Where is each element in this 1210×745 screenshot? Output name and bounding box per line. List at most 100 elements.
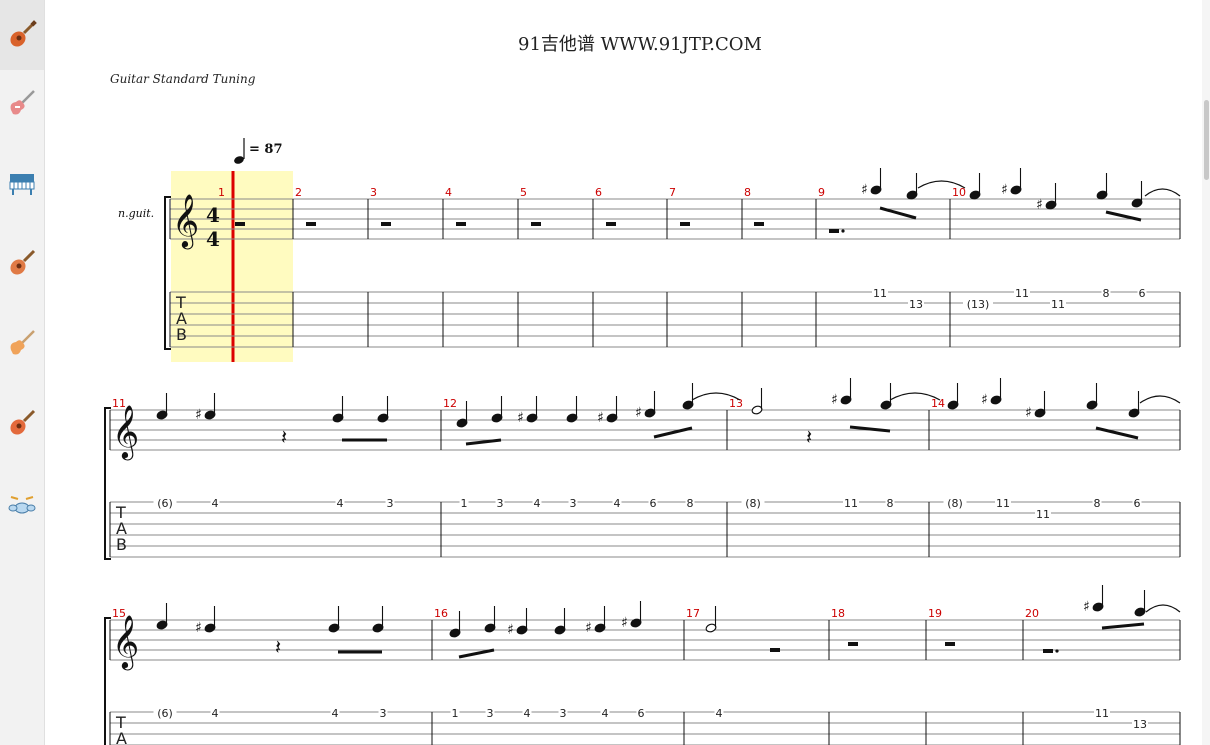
note: ♯ [507,608,528,638]
tab-clef-letter: A [116,729,127,745]
measure-number: 15 [112,607,126,620]
measure-number: 4 [445,186,452,199]
tab-fret-number: 11 [1095,707,1109,720]
tempo-marking: = 87 [234,138,283,164]
note [156,603,168,630]
tab-fret-number: 13 [909,298,923,311]
note [456,401,468,428]
sharp-icon: ♯ [981,392,988,408]
tab-fret-number: (8) [745,497,761,510]
note [449,611,461,638]
tab-fret-number: 8 [1094,497,1101,510]
tab-fret-number: 11 [844,497,858,510]
note: ♯ [1083,585,1104,615]
measure-number: 8 [744,186,751,199]
note [1128,391,1140,418]
sharp-icon: ♯ [635,405,642,421]
measure-number: 19 [928,607,942,620]
note [906,173,918,200]
note [682,383,694,410]
note: ♯ [195,393,216,423]
tab-fret-number: 3 [387,497,394,510]
measure-number: 6 [595,186,602,199]
score-system: 𝄞TAB1 2 3 4 5 6 7 8 9111310(13)11118 6 [164,186,1181,350]
tab-fret-number: 8 [1103,287,1110,300]
tab-fret-number: 4 [332,707,339,720]
whole-rest-icon [381,222,391,226]
note: ♯ [621,601,642,631]
tab-clef-letter: B [116,535,127,554]
whole-rest-icon [606,222,616,226]
measure-number: 7 [669,186,676,199]
beam [458,648,495,659]
tab-fret-number: 11 [873,287,887,300]
sharp-icon: ♯ [597,410,604,426]
note [1086,383,1098,410]
sharp-icon: ♯ [195,620,202,636]
tab-fret-number: 4 [614,497,621,510]
measure-number: 16 [434,607,448,620]
whole-rest-icon [680,222,690,226]
measure-number: 18 [831,607,845,620]
tie [1144,188,1181,197]
scrollbar-thumb[interactable] [1204,100,1209,180]
note: ♯ [981,378,1002,408]
whole-rest-icon [531,222,541,226]
tab-fret-number: 4 [212,497,219,510]
tab-fret-number: 11 [1051,298,1065,311]
tab-fret-number: 4 [524,707,531,720]
tab-fret-number: 4 [212,707,219,720]
whole-rest-icon [945,642,955,646]
quarter-rest-icon: 𝄽 [806,425,812,449]
time-signature-top: 4 [206,203,220,227]
tab-fret-number: 6 [638,707,645,720]
tab-fret-number: 4 [337,497,344,510]
tab-fret-number: 4 [534,497,541,510]
dot [841,229,845,233]
note: ♯ [585,606,606,636]
sharp-icon: ♯ [621,615,628,631]
measure-number: 5 [520,186,527,199]
tab-fret-number: 1 [461,497,468,510]
sharp-icon: ♯ [507,622,514,638]
measure-number: 20 [1025,607,1039,620]
quarter-rest-icon: 𝄽 [275,635,281,659]
vertical-scrollbar[interactable] [1202,0,1210,745]
measure-number: 17 [686,607,700,620]
tab-fret-number: (6) [157,497,173,510]
note [880,383,892,410]
tab-fret-number: 3 [560,707,567,720]
tab-fret-number: (6) [157,707,173,720]
note: ♯ [597,396,618,426]
score-system: 𝄞TAB15(6)443161343461741819201113 [104,607,1181,745]
measure-number: 9 [818,186,825,199]
note [947,383,959,410]
dot [1055,649,1059,653]
tab-fret-number: 8 [887,497,894,510]
tab-fret-number: 11 [1036,508,1050,521]
sharp-icon: ♯ [1036,197,1043,213]
note: ♯ [1025,391,1046,421]
quarter-rest-icon: 𝄽 [281,425,287,449]
tie [1139,395,1181,404]
tab-fret-number: 3 [487,707,494,720]
tab-fret-number: 8 [687,497,694,510]
note: ♯ [861,168,882,198]
score-canvas: = 87 n.guit. 𝄞TAB1 2 3 4 5 6 7 8 9111310(13)1111… [104,138,1181,745]
note [156,393,168,420]
half-rest-icon [829,229,839,233]
beam [1101,622,1145,630]
measure-number: 3 [370,186,377,199]
tab-fret-number: (13) [967,298,990,311]
time-signature: 4 4 [206,203,220,251]
measure-number: 1 [218,186,225,199]
time-signature-bottom: 4 [206,227,220,251]
tempo-note-icon [234,156,244,164]
note [1096,173,1108,200]
note: ♯ [517,396,538,426]
tab-fret-number: 13 [1133,718,1147,731]
sharp-icon: ♯ [1083,599,1090,615]
beam [465,438,502,446]
tie [1145,604,1181,613]
note [1131,181,1143,208]
